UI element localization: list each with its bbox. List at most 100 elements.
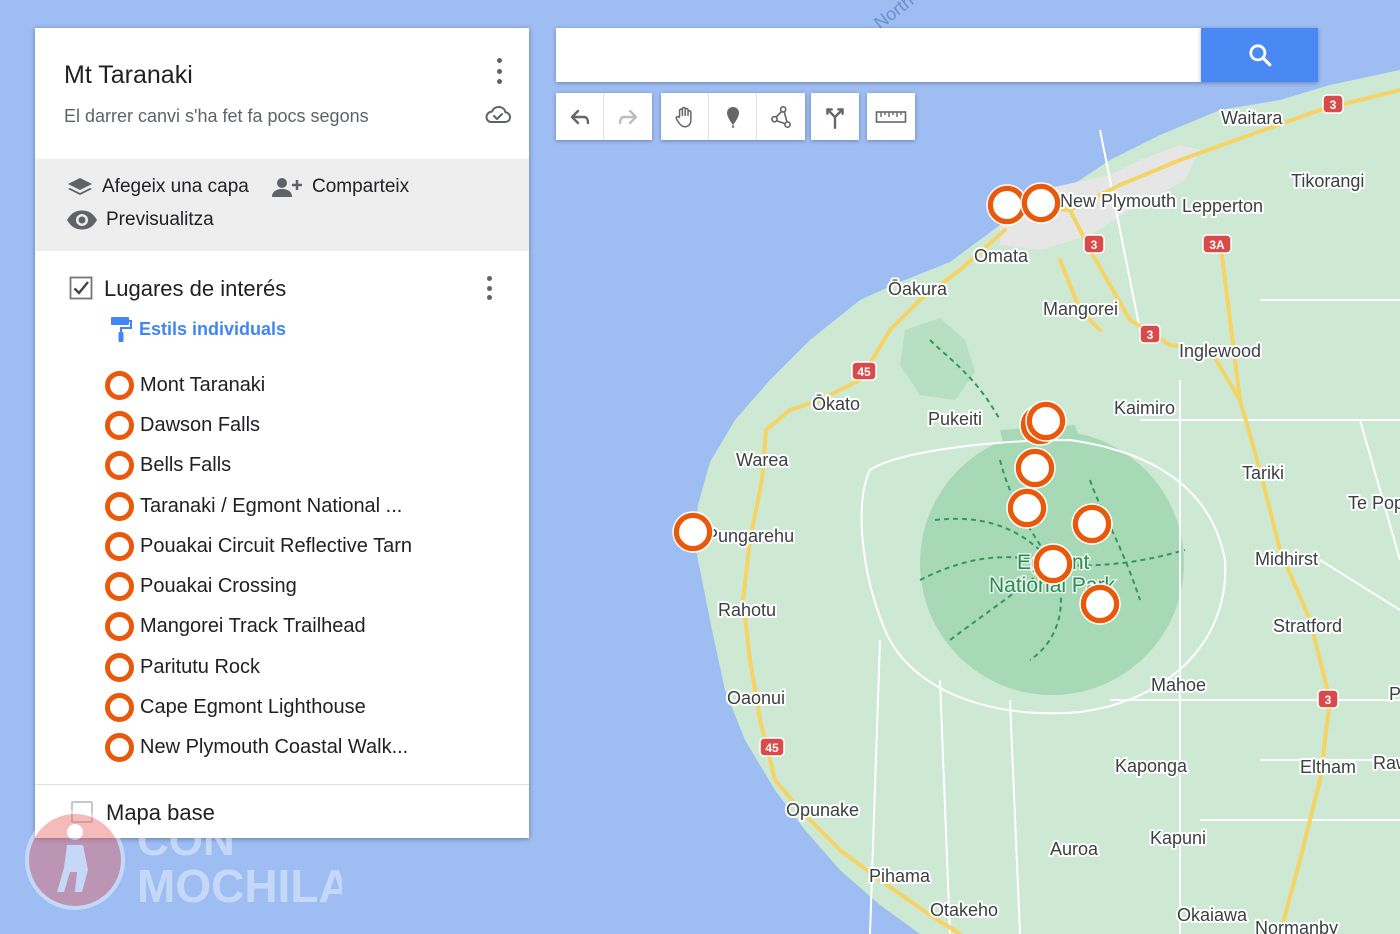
watermark-logo: CON MOCHILA	[22, 800, 352, 920]
place-label: Waitara	[1221, 108, 1283, 128]
list-item[interactable]: Taranaki / Egmont National ...	[105, 486, 525, 526]
list-item-label: Mangorei Track Trailhead	[140, 615, 366, 638]
place-marker-icon	[105, 531, 134, 561]
share-button[interactable]: Comparteix	[270, 175, 409, 199]
draw-line-button[interactable]	[757, 93, 805, 140]
list-item[interactable]: Dawson Falls	[105, 405, 525, 445]
map-marker[interactable]	[672, 511, 714, 553]
tools-toolbar	[661, 93, 805, 140]
place-label: Omata	[974, 246, 1029, 266]
place-label: Kaimiro	[1114, 398, 1175, 418]
add-person-icon	[272, 178, 302, 197]
dot-icon	[486, 276, 492, 281]
place-marker-icon	[105, 451, 134, 481]
redo-button[interactable]	[604, 93, 652, 140]
place-label: Eltham	[1300, 757, 1356, 777]
pan-tool-button[interactable]	[661, 93, 709, 140]
svg-text:45: 45	[765, 741, 779, 755]
place-label: New Plymouth	[1060, 191, 1176, 211]
map-marker[interactable]	[1032, 543, 1074, 585]
place-label: Normanby	[1255, 918, 1338, 934]
place-label: Lepperton	[1182, 196, 1263, 216]
undo-button[interactable]	[556, 93, 604, 140]
place-label: Pihama	[869, 866, 931, 886]
layer-options-button[interactable]	[479, 274, 499, 302]
place-marker-icon	[105, 693, 134, 723]
add-layer-button[interactable]: Afegeix una capa	[66, 175, 249, 199]
place-marker-icon	[105, 491, 134, 521]
svg-text:45: 45	[857, 365, 871, 379]
list-item-label: Cape Egmont Lighthouse	[140, 696, 366, 719]
place-label: P	[1389, 684, 1400, 704]
place-label: Auroa	[1050, 839, 1099, 859]
place-marker-icon	[105, 370, 134, 400]
ruler-icon	[875, 110, 907, 123]
measure-button[interactable]	[867, 93, 915, 140]
place-label: Ōakura	[888, 279, 948, 299]
poi-list: Mont Taranaki Dawson Falls Bells Falls Tara…	[105, 365, 525, 768]
list-item-label: Pouakai Circuit Reflective Tarn	[140, 534, 412, 557]
last-saved-status: El darrer canvi s'ha fet fa pocs segons	[64, 106, 369, 126]
map-marker[interactable]	[1020, 182, 1062, 224]
place-label: Stratford	[1273, 616, 1342, 636]
share-label: Comparteix	[312, 176, 410, 197]
individual-styles-link[interactable]: Estils individuals	[109, 315, 286, 343]
dot-icon	[496, 79, 502, 84]
list-item[interactable]: New Plymouth Coastal Walk...	[105, 728, 525, 768]
list-item-label: Paritutu Rock	[140, 655, 261, 678]
list-item[interactable]: Pouakai Crossing	[105, 566, 525, 606]
dot-icon	[486, 295, 492, 300]
draw-line-icon	[771, 105, 791, 128]
list-item-label: Bells Falls	[140, 454, 232, 477]
dot-icon	[486, 285, 492, 291]
search-button[interactable]	[1201, 28, 1318, 82]
preview-button[interactable]: Previsualitza	[66, 209, 214, 231]
layer-visibility-checkbox[interactable]	[69, 276, 93, 300]
place-label: Midhirst	[1255, 549, 1318, 569]
history-toolbar	[556, 93, 652, 140]
add-layer-label: Afegeix una capa	[102, 176, 249, 197]
backpacker-logo-icon: CON MOCHILA	[25, 810, 352, 912]
place-label: Rahotu	[718, 600, 776, 620]
redo-icon	[618, 109, 638, 124]
svg-text:3A: 3A	[1209, 238, 1225, 252]
list-item[interactable]: Bells Falls	[105, 446, 525, 486]
place-label: Oaonui	[727, 688, 785, 708]
place-marker-icon	[105, 612, 134, 642]
list-item[interactable]: Mont Taranaki	[105, 365, 525, 405]
directions-toolbar	[811, 93, 859, 140]
place-label: Te Popo	[1348, 493, 1400, 513]
search-input[interactable]	[556, 28, 1201, 82]
map-title[interactable]: Mt Taranaki	[64, 61, 193, 90]
place-label: Mahoe	[1151, 675, 1206, 695]
place-marker-icon	[105, 733, 134, 763]
list-item-label: Mont Taranaki	[140, 373, 266, 396]
map-marker[interactable]	[1006, 487, 1048, 529]
list-item[interactable]: Paritutu Rock	[105, 647, 525, 687]
map-options-button[interactable]	[489, 56, 509, 86]
svg-text:3: 3	[1091, 238, 1098, 252]
add-marker-button[interactable]	[709, 93, 757, 140]
map-marker[interactable]	[1071, 503, 1113, 545]
eye-icon	[67, 210, 97, 230]
marker-icon	[726, 106, 739, 128]
list-item-label: New Plymouth Coastal Walk...	[140, 736, 409, 759]
place-marker-icon	[105, 410, 134, 440]
layer-title[interactable]: Lugares de interés	[104, 276, 286, 302]
add-directions-button[interactable]	[811, 93, 859, 140]
watermark-text: MOCHILA	[137, 860, 342, 912]
list-item[interactable]: Cape Egmont Lighthouse	[105, 687, 525, 727]
map-marker[interactable]	[1014, 447, 1056, 489]
svg-text:3: 3	[1147, 328, 1154, 342]
measure-toolbar	[867, 93, 915, 140]
list-item[interactable]: Mangorei Track Trailhead	[105, 607, 525, 647]
place-label: Okaiawa	[1177, 905, 1248, 925]
place-label: Pungarehu	[706, 526, 794, 546]
map-marker[interactable]	[1025, 400, 1067, 442]
map-marker[interactable]	[1079, 583, 1121, 625]
place-label: Inglewood	[1179, 341, 1261, 361]
layer-header: Lugares de interés	[35, 272, 529, 312]
place-label: Otakeho	[930, 900, 998, 920]
place-label: Opunake	[786, 800, 859, 820]
list-item[interactable]: Pouakai Circuit Reflective Tarn	[105, 526, 525, 566]
